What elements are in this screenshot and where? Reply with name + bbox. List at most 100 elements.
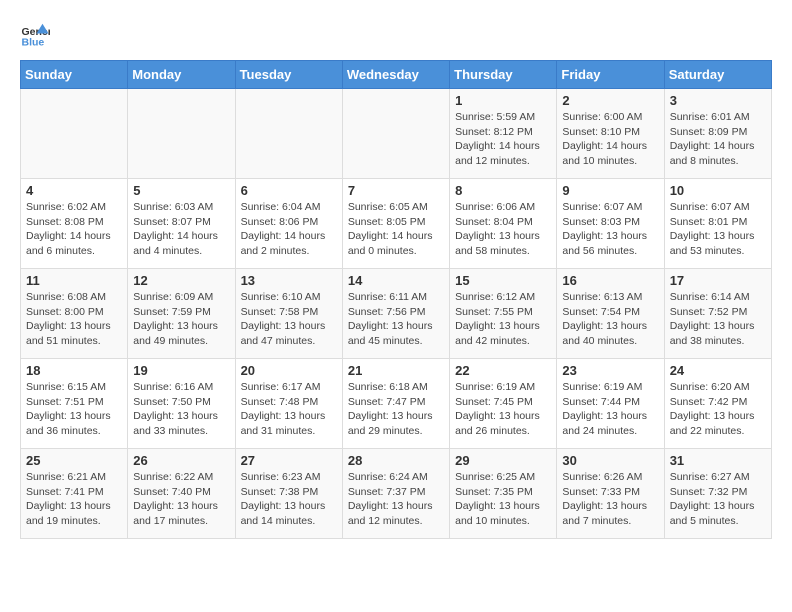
day-info: Sunrise: 6:16 AM Sunset: 7:50 PM Dayligh… [133, 380, 229, 439]
calendar-cell: 23 Sunrise: 6:19 AM Sunset: 7:44 PM Dayli… [557, 359, 664, 449]
day-info: Sunrise: 6:13 AM Sunset: 7:54 PM Dayligh… [562, 290, 658, 349]
day-info: Sunrise: 6:19 AM Sunset: 7:45 PM Dayligh… [455, 380, 551, 439]
day-info: Sunrise: 6:14 AM Sunset: 7:52 PM Dayligh… [670, 290, 766, 349]
day-number: 11 [26, 273, 122, 288]
day-info: Sunrise: 6:06 AM Sunset: 8:04 PM Dayligh… [455, 200, 551, 259]
weekday-header-tuesday: Tuesday [235, 61, 342, 89]
calendar-cell: 7 Sunrise: 6:05 AM Sunset: 8:05 PM Daylig… [342, 179, 449, 269]
calendar-week-4: 25 Sunrise: 6:21 AM Sunset: 7:41 PM Dayli… [21, 449, 772, 539]
day-number: 14 [348, 273, 444, 288]
day-number: 5 [133, 183, 229, 198]
weekday-header-row: SundayMondayTuesdayWednesdayThursdayFrid… [21, 61, 772, 89]
day-number: 22 [455, 363, 551, 378]
day-info: Sunrise: 6:04 AM Sunset: 8:06 PM Dayligh… [241, 200, 337, 259]
day-number: 6 [241, 183, 337, 198]
day-number: 30 [562, 453, 658, 468]
calendar-cell: 22 Sunrise: 6:19 AM Sunset: 7:45 PM Dayli… [450, 359, 557, 449]
calendar-cell: 26 Sunrise: 6:22 AM Sunset: 7:40 PM Dayli… [128, 449, 235, 539]
day-info: Sunrise: 6:26 AM Sunset: 7:33 PM Dayligh… [562, 470, 658, 529]
day-number: 18 [26, 363, 122, 378]
day-info: Sunrise: 6:18 AM Sunset: 7:47 PM Dayligh… [348, 380, 444, 439]
calendar-cell: 2 Sunrise: 6:00 AM Sunset: 8:10 PM Daylig… [557, 89, 664, 179]
day-number: 28 [348, 453, 444, 468]
day-info: Sunrise: 6:15 AM Sunset: 7:51 PM Dayligh… [26, 380, 122, 439]
calendar-cell: 30 Sunrise: 6:26 AM Sunset: 7:33 PM Dayli… [557, 449, 664, 539]
day-number: 29 [455, 453, 551, 468]
day-info: Sunrise: 6:17 AM Sunset: 7:48 PM Dayligh… [241, 380, 337, 439]
day-number: 2 [562, 93, 658, 108]
calendar-cell [235, 89, 342, 179]
calendar-cell: 24 Sunrise: 6:20 AM Sunset: 7:42 PM Dayli… [664, 359, 771, 449]
calendar-cell [21, 89, 128, 179]
calendar-cell: 1 Sunrise: 5:59 AM Sunset: 8:12 PM Daylig… [450, 89, 557, 179]
calendar-cell: 6 Sunrise: 6:04 AM Sunset: 8:06 PM Daylig… [235, 179, 342, 269]
calendar-table: SundayMondayTuesdayWednesdayThursdayFrid… [20, 60, 772, 539]
day-info: Sunrise: 6:02 AM Sunset: 8:08 PM Dayligh… [26, 200, 122, 259]
calendar-cell: 14 Sunrise: 6:11 AM Sunset: 7:56 PM Dayli… [342, 269, 449, 359]
calendar-cell: 18 Sunrise: 6:15 AM Sunset: 7:51 PM Dayli… [21, 359, 128, 449]
day-number: 24 [670, 363, 766, 378]
logo-icon: General Blue [20, 20, 50, 50]
weekday-header-friday: Friday [557, 61, 664, 89]
calendar-cell [128, 89, 235, 179]
day-info: Sunrise: 6:22 AM Sunset: 7:40 PM Dayligh… [133, 470, 229, 529]
calendar-header: SundayMondayTuesdayWednesdayThursdayFrid… [21, 61, 772, 89]
day-number: 4 [26, 183, 122, 198]
day-info: Sunrise: 6:23 AM Sunset: 7:38 PM Dayligh… [241, 470, 337, 529]
day-number: 16 [562, 273, 658, 288]
weekday-header-monday: Monday [128, 61, 235, 89]
svg-text:Blue: Blue [22, 37, 45, 49]
day-info: Sunrise: 6:09 AM Sunset: 7:59 PM Dayligh… [133, 290, 229, 349]
calendar-cell [342, 89, 449, 179]
day-info: Sunrise: 6:24 AM Sunset: 7:37 PM Dayligh… [348, 470, 444, 529]
day-number: 27 [241, 453, 337, 468]
day-number: 1 [455, 93, 551, 108]
day-info: Sunrise: 6:27 AM Sunset: 7:32 PM Dayligh… [670, 470, 766, 529]
calendar-body: 1 Sunrise: 5:59 AM Sunset: 8:12 PM Daylig… [21, 89, 772, 539]
calendar-week-1: 4 Sunrise: 6:02 AM Sunset: 8:08 PM Daylig… [21, 179, 772, 269]
day-number: 17 [670, 273, 766, 288]
calendar-cell: 8 Sunrise: 6:06 AM Sunset: 8:04 PM Daylig… [450, 179, 557, 269]
day-info: Sunrise: 6:11 AM Sunset: 7:56 PM Dayligh… [348, 290, 444, 349]
day-info: Sunrise: 6:21 AM Sunset: 7:41 PM Dayligh… [26, 470, 122, 529]
calendar-week-3: 18 Sunrise: 6:15 AM Sunset: 7:51 PM Dayli… [21, 359, 772, 449]
calendar-cell: 19 Sunrise: 6:16 AM Sunset: 7:50 PM Dayli… [128, 359, 235, 449]
day-number: 21 [348, 363, 444, 378]
day-number: 25 [26, 453, 122, 468]
calendar-cell: 4 Sunrise: 6:02 AM Sunset: 8:08 PM Daylig… [21, 179, 128, 269]
day-info: Sunrise: 6:07 AM Sunset: 8:01 PM Dayligh… [670, 200, 766, 259]
day-number: 10 [670, 183, 766, 198]
day-info: Sunrise: 6:10 AM Sunset: 7:58 PM Dayligh… [241, 290, 337, 349]
calendar-week-0: 1 Sunrise: 5:59 AM Sunset: 8:12 PM Daylig… [21, 89, 772, 179]
day-info: Sunrise: 6:05 AM Sunset: 8:05 PM Dayligh… [348, 200, 444, 259]
day-info: Sunrise: 6:19 AM Sunset: 7:44 PM Dayligh… [562, 380, 658, 439]
calendar-week-2: 11 Sunrise: 6:08 AM Sunset: 8:00 PM Dayli… [21, 269, 772, 359]
calendar-cell: 27 Sunrise: 6:23 AM Sunset: 7:38 PM Dayli… [235, 449, 342, 539]
calendar-cell: 13Sunrise: 6:10 AM Sunset: 7:58 PM Dayli… [235, 269, 342, 359]
weekday-header-thursday: Thursday [450, 61, 557, 89]
day-number: 9 [562, 183, 658, 198]
day-number: 26 [133, 453, 229, 468]
calendar-cell: 3Sunrise: 6:01 AM Sunset: 8:09 PM Daylig… [664, 89, 771, 179]
day-info: Sunrise: 6:07 AM Sunset: 8:03 PM Dayligh… [562, 200, 658, 259]
day-number: 20 [241, 363, 337, 378]
day-number: 3 [670, 93, 766, 108]
calendar-cell: 20 Sunrise: 6:17 AM Sunset: 7:48 PM Dayli… [235, 359, 342, 449]
calendar-cell: 12Sunrise: 6:09 AM Sunset: 7:59 PM Dayli… [128, 269, 235, 359]
day-number: 7 [348, 183, 444, 198]
day-info: Sunrise: 6:08 AM Sunset: 8:00 PM Dayligh… [26, 290, 122, 349]
calendar-cell: 25 Sunrise: 6:21 AM Sunset: 7:41 PM Dayli… [21, 449, 128, 539]
day-info: Sunrise: 6:20 AM Sunset: 7:42 PM Dayligh… [670, 380, 766, 439]
calendar-cell: 5 Sunrise: 6:03 AM Sunset: 8:07 PM Daylig… [128, 179, 235, 269]
calendar-cell: 9 Sunrise: 6:07 AM Sunset: 8:03 PM Daylig… [557, 179, 664, 269]
day-number: 19 [133, 363, 229, 378]
calendar-cell: 10 Sunrise: 6:07 AM Sunset: 8:01 PM Dayli… [664, 179, 771, 269]
day-info: Sunrise: 6:00 AM Sunset: 8:10 PM Dayligh… [562, 110, 658, 169]
day-number: 15 [455, 273, 551, 288]
day-info: Sunrise: 6:03 AM Sunset: 8:07 PM Dayligh… [133, 200, 229, 259]
page-header: General Blue [20, 20, 772, 50]
day-number: 8 [455, 183, 551, 198]
calendar-cell: 21 Sunrise: 6:18 AM Sunset: 7:47 PM Dayli… [342, 359, 449, 449]
day-number: 23 [562, 363, 658, 378]
day-info: Sunrise: 5:59 AM Sunset: 8:12 PM Dayligh… [455, 110, 551, 169]
